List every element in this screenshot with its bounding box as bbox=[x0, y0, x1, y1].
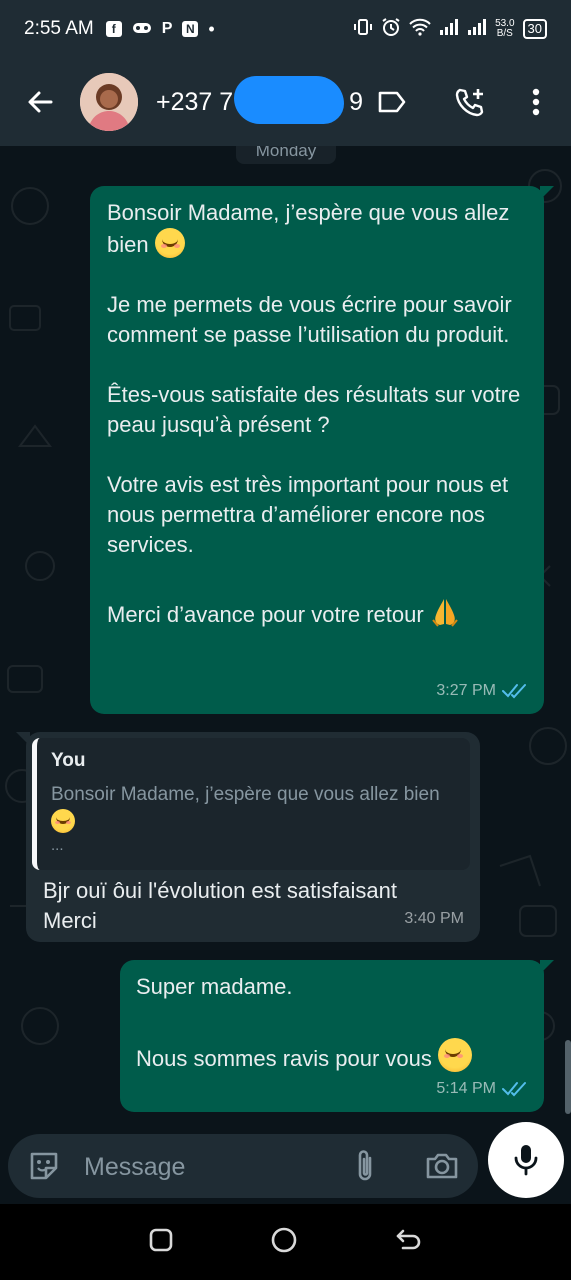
back-arrow-icon[interactable] bbox=[18, 80, 62, 124]
double-check-read-icon bbox=[502, 1082, 526, 1097]
message-paragraph: Super madame. bbox=[136, 974, 293, 999]
alarm-icon bbox=[381, 17, 401, 42]
back-icon[interactable] bbox=[395, 1227, 423, 1258]
outgoing-message[interactable]: Bonsoir Madame, j’espère que vous allez … bbox=[90, 186, 554, 714]
chat-scrollbar[interactable] bbox=[565, 1040, 571, 1114]
contact-avatar[interactable] bbox=[80, 73, 138, 131]
status-right: 53.0 B/S 30 bbox=[353, 17, 547, 42]
contact-name[interactable]: +237 7 9 bbox=[156, 75, 364, 124]
chat-header: +237 7 9 bbox=[0, 58, 571, 146]
recents-icon[interactable] bbox=[148, 1227, 174, 1258]
message-time: 5:14 PM bbox=[436, 1080, 496, 1097]
vibrate-icon bbox=[353, 18, 373, 41]
facebook-icon: f bbox=[105, 21, 122, 37]
message-paragraph: Je me permets de vous écrire pour savoir… bbox=[107, 292, 512, 347]
status-time: 2:55 AM bbox=[24, 18, 94, 39]
folded-hands-emoji-icon bbox=[432, 599, 458, 627]
call-add-icon[interactable] bbox=[448, 80, 492, 124]
redaction-scribble bbox=[234, 75, 344, 124]
whatsapp-chat-screen: 2:55 AM f P N • 53.0 B/S 30 +237 7 9 Mon… bbox=[0, 0, 571, 1280]
status-bar: 2:55 AM f P N • 53.0 B/S 30 bbox=[0, 0, 571, 58]
net-speed-unit: B/S bbox=[496, 28, 513, 39]
gamepad-icon bbox=[132, 19, 152, 40]
message-text: Merci d’avance pour votre retour bbox=[107, 602, 424, 627]
quoted-text: Bonsoir Madame, j’espère que vous allez … bbox=[51, 780, 456, 838]
message-meta: 3:40 PM bbox=[404, 904, 464, 934]
signal-icon-2 bbox=[467, 18, 487, 41]
notification-icons: f P N • bbox=[105, 18, 215, 40]
smiling-face-emoji-icon bbox=[154, 228, 185, 258]
bubble-tail bbox=[540, 186, 554, 200]
system-nav-bar bbox=[0, 1204, 571, 1280]
dot-icon: • bbox=[208, 18, 215, 39]
message-paragraph: Votre avis est très important pour nous … bbox=[107, 472, 509, 557]
double-check-read-icon bbox=[502, 684, 526, 699]
message-text: Nous sommes ravis pour vous bbox=[136, 1046, 432, 1071]
n-icon: N bbox=[182, 21, 199, 37]
bubble-tail bbox=[540, 960, 554, 974]
message-input[interactable] bbox=[82, 1148, 336, 1186]
message-paragraph: Merci d’avance pour votre retour bbox=[107, 596, 528, 630]
message-paragraph: Êtes-vous satisfaite des résultats sur v… bbox=[107, 382, 521, 437]
message-paragraph: Nous sommes ravis pour vous bbox=[136, 1038, 528, 1074]
message-paragraph: Bonsoir Madame, j’espère que vous allez … bbox=[107, 198, 528, 260]
message-time: 3:27 PM bbox=[436, 682, 496, 699]
battery-indicator: 30 bbox=[522, 19, 547, 39]
contact-number-visible: +237 7 bbox=[156, 87, 234, 116]
message-meta: 5:14 PM bbox=[436, 1074, 528, 1104]
message-composer bbox=[8, 1134, 478, 1198]
quoted-author: You bbox=[51, 750, 86, 771]
chat-area[interactable]: Monday Bonsoir Madame, j’espère que vous… bbox=[0, 146, 571, 1128]
signal-icon-1 bbox=[439, 18, 459, 41]
smiling-face-emoji-icon bbox=[51, 809, 75, 833]
label-icon[interactable] bbox=[370, 80, 414, 124]
bubble-tail bbox=[16, 732, 30, 746]
attach-icon[interactable] bbox=[350, 1148, 380, 1189]
composer-bar bbox=[0, 1122, 571, 1204]
incoming-message[interactable]: You Bonsoir Madame, j’espère que vous al… bbox=[16, 732, 480, 942]
home-icon[interactable] bbox=[270, 1226, 298, 1259]
message-text: Bjr ouï ôui l'évolution est satisfaisant bbox=[43, 878, 397, 903]
contact-number-tail: 9 bbox=[349, 87, 364, 116]
message-time: 3:40 PM bbox=[404, 910, 464, 927]
camera-icon[interactable] bbox=[424, 1148, 460, 1189]
more-vert-icon[interactable] bbox=[514, 80, 558, 124]
quoted-message[interactable]: You Bonsoir Madame, j’espère que vous al… bbox=[32, 738, 470, 870]
outgoing-message[interactable]: Super madame. Nous sommes ravis pour vou… bbox=[120, 960, 554, 1112]
mic-icon bbox=[514, 1145, 538, 1176]
smiling-face-emoji-icon bbox=[438, 1038, 473, 1072]
network-speed: 53.0 B/S bbox=[495, 19, 514, 39]
quoted-ellipsis: ... bbox=[51, 837, 64, 854]
sticker-icon[interactable] bbox=[26, 1148, 62, 1189]
message-text: Merci bbox=[43, 908, 97, 933]
message-meta: 3:27 PM bbox=[436, 676, 528, 706]
wifi-icon bbox=[409, 18, 431, 41]
mic-button[interactable] bbox=[488, 1122, 564, 1198]
quoted-text-content: Bonsoir Madame, j’espère que vous allez … bbox=[51, 784, 440, 805]
day-separator: Monday bbox=[236, 146, 336, 164]
p-icon: P bbox=[161, 20, 173, 37]
